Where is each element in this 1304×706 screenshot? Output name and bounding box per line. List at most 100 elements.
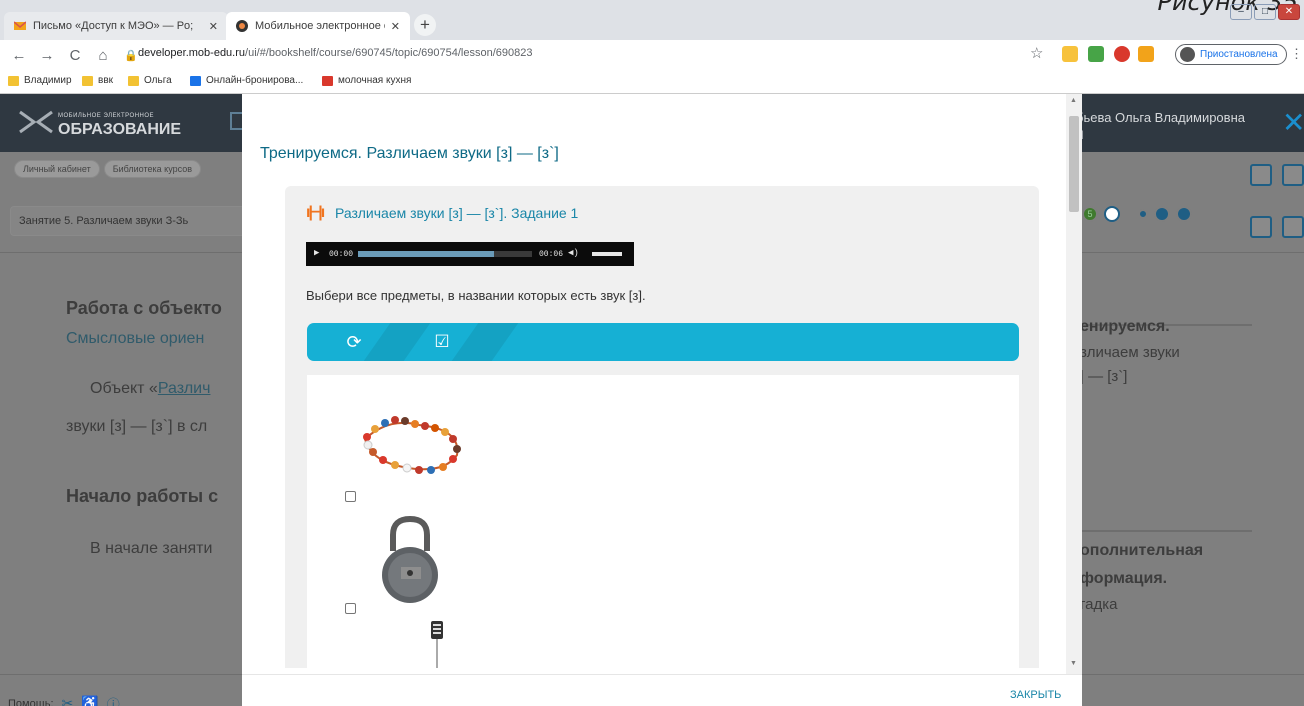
figure-caption: Рисунок 35 [1157, 0, 1298, 16]
progress-dot[interactable] [1154, 206, 1170, 222]
lesson-select[interactable]: Занятие 5. Различаем звуки З-Зь [10, 206, 250, 236]
section-heading: Начало работы с [66, 486, 219, 506]
maximize-button[interactable]: □ [1254, 4, 1276, 20]
site-logo: МОБИЛЬНОЕ ЭЛЕКТРОННОЕ ОБРАЗОВАНИЕ [58, 113, 182, 138]
menu-icon[interactable]: ⋮ [1290, 46, 1303, 62]
paragraph: В начале заняти [90, 540, 213, 557]
close-tab-icon[interactable]: ✕ [209, 20, 218, 33]
window-close-button[interactable]: ✕ [1278, 4, 1300, 20]
mail-icon [14, 21, 26, 30]
folder-icon [8, 75, 19, 86]
keyboard-icon[interactable] [1282, 164, 1304, 186]
scroll-thumb[interactable] [1069, 116, 1079, 212]
info-icon[interactable]: ⓘ [107, 694, 120, 706]
bookmark-item[interactable]: Онлайн-бронирова... [190, 75, 303, 86]
modal-content: Тренируемся. Различаем звуки [з] — [з`] … [258, 108, 1064, 668]
close-icon[interactable]: ✕ [1282, 106, 1304, 139]
minimize-button[interactable]: – [1230, 4, 1252, 20]
avatar [1180, 47, 1195, 62]
modal-scrollbar[interactable]: ▲ ▼ [1066, 94, 1082, 674]
url-host: developer.mob-edu.ru [138, 47, 246, 59]
tab-mail[interactable]: Письмо «Доступ к МЭО» — Pо; ✕ [4, 12, 228, 40]
bookmarks-bar: Владимир ввк Ольга Онлайн-бронирова... м… [0, 70, 1304, 94]
profile-paused-button[interactable]: Приостановлена [1175, 44, 1287, 65]
bookmark-item[interactable]: Ольга [128, 75, 172, 86]
star-icon[interactable]: ☆ [1030, 44, 1043, 62]
refresh-icon[interactable]: ⟳ [319, 323, 389, 361]
progress-dot[interactable] [1104, 206, 1120, 222]
exercise-modal: Тренируемся. Различаем звуки [з] — [з`] … [242, 94, 1082, 706]
progress-dot[interactable] [1138, 209, 1148, 219]
extension-icon[interactable] [1114, 46, 1130, 62]
paragraph: Объект «Различ [90, 380, 211, 397]
modal-footer: ЗАКРЫТЬ [242, 674, 1082, 706]
chat-icon[interactable] [1282, 216, 1304, 238]
task-prompt: Выбери все предметы, в названии которых … [306, 288, 646, 303]
scroll-up-icon[interactable]: ▲ [1070, 97, 1077, 104]
card-text: гадка [1080, 596, 1118, 613]
tab-mob-edu[interactable]: Мобильное электронное образ ✕ [226, 12, 410, 40]
tab-title: Письмо «Доступ к МЭО» — Pо; [33, 20, 194, 32]
home-icon[interactable]: ⌂ [92, 47, 114, 64]
answer-items [307, 375, 1019, 668]
audio-seek-bar[interactable] [358, 251, 532, 257]
answer-checkbox[interactable] [345, 603, 356, 614]
user-name[interactable]: бьева Ольга Владимировнаь] [1076, 110, 1245, 140]
section-subheading: Смысловые ориен [66, 330, 205, 347]
audio-current-time: 00:00 [329, 250, 354, 259]
card-text: | — [з`] [1080, 368, 1128, 385]
booking-icon [190, 75, 201, 86]
table-icon[interactable] [1250, 216, 1272, 238]
divider [1082, 530, 1252, 532]
forward-icon[interactable]: → [36, 47, 58, 64]
task-card: ı|−|ı Различаем звуки [з] — [з`]. Задани… [285, 186, 1039, 668]
close-modal-button[interactable]: ЗАКРЫТЬ [1010, 689, 1061, 701]
breadcrumb-item[interactable]: Личный кабинет [14, 160, 100, 178]
folder-icon [82, 75, 93, 86]
new-tab-button[interactable]: + [414, 14, 436, 36]
tab-title: Мобильное электронное образ [255, 20, 385, 32]
bookmark-item[interactable]: Владимир [8, 75, 72, 86]
milk-icon [322, 75, 333, 86]
bookmark-item[interactable]: ввк [82, 75, 113, 86]
object-link[interactable]: Различ [158, 380, 211, 397]
logo-icon [19, 110, 53, 134]
accessibility-icon[interactable]: ♿ [81, 695, 98, 706]
breadcrumb-item[interactable]: Библиотека курсов [103, 160, 201, 178]
microphone-image[interactable] [427, 619, 447, 668]
close-tab-icon[interactable]: ✕ [391, 20, 400, 33]
progress-badge[interactable]: 5 [1082, 206, 1098, 222]
answer-checkbox[interactable] [345, 491, 356, 502]
extension-icon[interactable] [1062, 46, 1078, 62]
notes-icon[interactable] [1250, 164, 1272, 186]
card-text: зличаем звуки [1080, 344, 1180, 361]
extension-icon[interactable] [1088, 46, 1104, 62]
reload-icon[interactable]: C [64, 47, 86, 64]
card-title: формация. [1080, 570, 1168, 587]
bookmark-item[interactable]: молочная кухня [322, 75, 411, 86]
modal-title: Тренируемся. Различаем звуки [з] — [з`] [260, 145, 559, 162]
card-title[interactable]: енируемся. [1080, 318, 1170, 336]
audio-seek-fill [358, 251, 494, 257]
help-bar: Помощь: ✂ ♿ ⓘ [8, 694, 120, 706]
volume-slider[interactable] [592, 252, 622, 256]
padlock-image[interactable] [379, 515, 441, 605]
section-heading: Работа с объекто [66, 298, 222, 318]
folder-icon [128, 75, 139, 86]
breadcrumb: Личный кабинет Библиотека курсов [14, 160, 201, 178]
task-title: Различаем звуки [з] — [з`]. Задание 1 [335, 205, 579, 221]
paragraph: звуки [з] — [з`] в сл [66, 418, 208, 435]
tools-icon[interactable]: ✂ [62, 695, 74, 706]
scroll-down-icon[interactable]: ▼ [1070, 660, 1077, 667]
beads-image[interactable] [359, 415, 467, 477]
url-field[interactable]: developer.mob-edu.ru/ui/#/bookshelf/cour… [138, 47, 532, 59]
audio-player: ▶ 00:00 00:06 ◀) [306, 242, 634, 266]
back-icon[interactable]: ← [8, 47, 30, 64]
checkmark-icon[interactable]: ☑ [407, 323, 477, 361]
card-title[interactable]: ополнительная [1080, 542, 1203, 560]
key-icon[interactable] [1138, 46, 1154, 62]
progress-dot[interactable] [1176, 206, 1192, 222]
url-path: /ui/#/bookshelf/course/690745/topic/6907… [245, 47, 533, 59]
play-icon[interactable]: ▶ [314, 248, 319, 258]
volume-icon[interactable]: ◀) [568, 248, 579, 258]
